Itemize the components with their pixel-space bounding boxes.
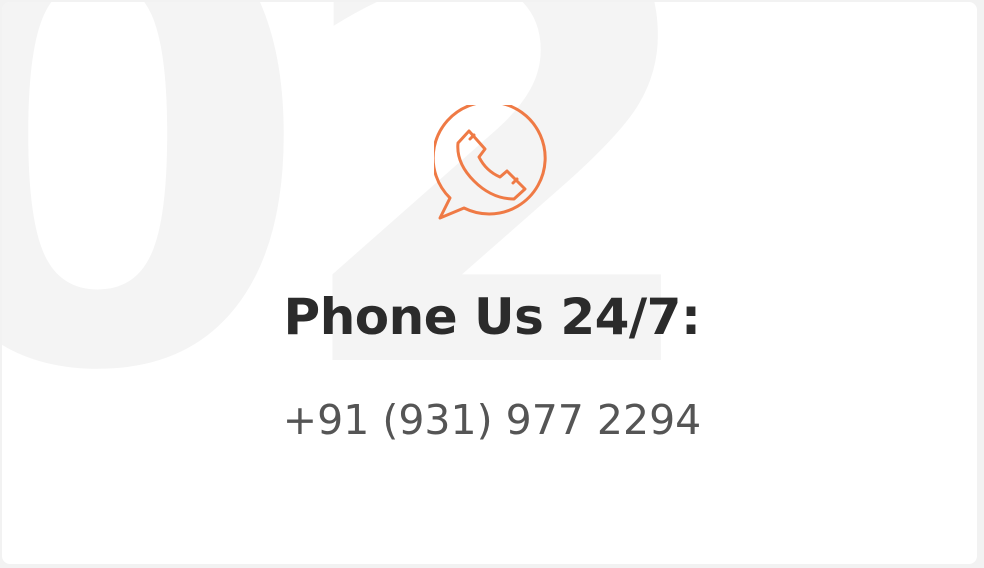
watermark-number: 02 xyxy=(2,2,715,507)
phone-number[interactable]: +91 (931) 977 2294 xyxy=(2,396,977,444)
card-title: Phone Us 24/7: xyxy=(283,288,701,346)
contact-card: 02 Phone Us 24/7: +91 (931) 977 2294 xyxy=(2,2,977,564)
phone-chat-bubble-icon xyxy=(431,100,554,225)
